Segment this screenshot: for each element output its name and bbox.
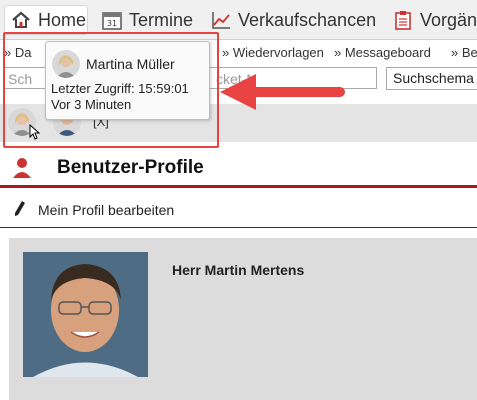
profile-person-name: Herr Martin Mertens <box>172 262 305 278</box>
nav-home-label: Home <box>38 9 87 30</box>
tooltip-last-access: Letzter Zugriff: 15:59:01 <box>51 81 189 96</box>
chart-line-icon <box>210 9 232 31</box>
nav-verkaufschancen-label: Verkaufschancen <box>238 9 377 30</box>
nav-termine[interactable]: 31 Termine <box>101 5 193 35</box>
calendar-icon: 31 <box>101 9 123 31</box>
pencil-icon <box>14 200 26 223</box>
nav-termine-label: Termine <box>129 9 194 30</box>
profile-header: Benutzer-Profile <box>0 150 477 188</box>
edit-profile-link[interactable]: Mein Profil bearbeiten <box>38 202 174 218</box>
svg-text:31: 31 <box>107 19 117 28</box>
user-icon <box>12 156 32 185</box>
edit-profile-row: Mein Profil bearbeiten <box>0 192 477 228</box>
nav-vorgaenge[interactable]: Vorgäng <box>392 5 477 35</box>
profile-photo <box>23 252 148 377</box>
profile-card: Herr Martin Mertens <box>9 238 477 400</box>
nav-home[interactable]: Home <box>4 5 88 35</box>
user-tooltip: Martina Müller Letzter Zugriff: 15:59:01… <box>45 41 210 120</box>
annotation-arrow-icon <box>220 74 345 110</box>
tooltip-avatar <box>52 50 80 78</box>
nav-verkaufschancen[interactable]: Verkaufschancen <box>210 5 376 35</box>
link-wiedervorlagen[interactable]: » Wiedervorlagen <box>222 45 324 60</box>
clipboard-icon <box>392 9 414 31</box>
nav-vorgaenge-label: Vorgäng <box>420 9 477 30</box>
home-icon <box>10 9 32 31</box>
link-be[interactable]: » Be <box>451 45 477 60</box>
link-messageboard[interactable]: » Messageboard <box>334 45 431 60</box>
page-title: Benutzer-Profile <box>57 157 204 178</box>
tooltip-time-ago: Vor 3 Minuten <box>51 97 132 112</box>
tooltip-user-name: Martina Müller <box>86 56 175 72</box>
suchschema-select[interactable]: Suchschema <box>386 67 477 90</box>
